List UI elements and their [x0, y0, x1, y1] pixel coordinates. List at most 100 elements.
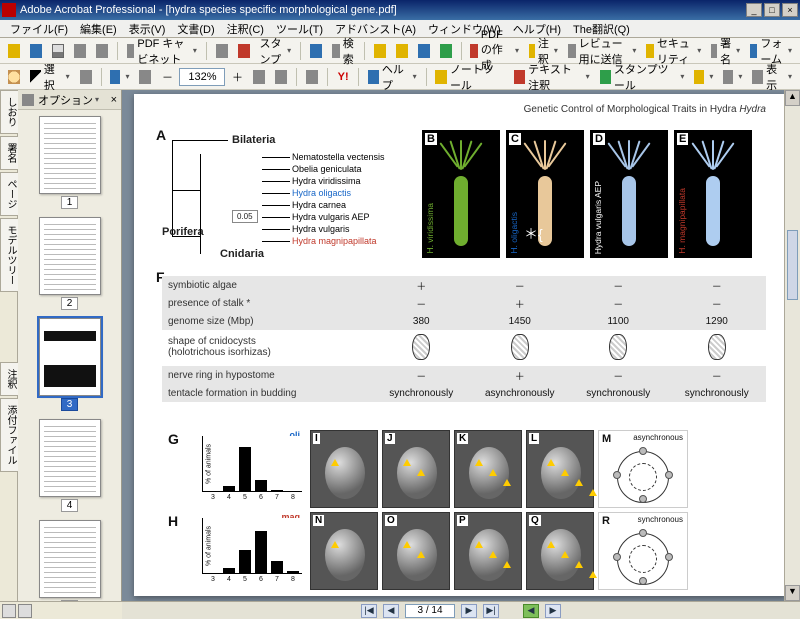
- binoculars-icon: [332, 44, 340, 58]
- traits-table: symbiotic algae＋－－－presence of stalk *－＋…: [162, 276, 766, 402]
- fitwidth-icon: [253, 70, 265, 84]
- email-button[interactable]: [92, 41, 112, 61]
- page-thumbnail-label: 3: [61, 398, 79, 411]
- attach-button[interactable]: [212, 41, 232, 61]
- nav-last-button[interactable]: ▶|: [483, 604, 499, 618]
- nav-prev-button[interactable]: ◀: [383, 604, 399, 618]
- cabinet-icon: [127, 44, 135, 58]
- pages-close-button[interactable]: ×: [111, 94, 117, 106]
- note-tool-button[interactable]: ノートツール: [431, 67, 508, 87]
- nav-first-button[interactable]: |◀: [361, 604, 377, 618]
- table-row: genome size (Mbp)380145011001290: [162, 312, 766, 330]
- hand-tool-button[interactable]: [4, 67, 24, 87]
- toolbar-2: 選択▾ ▾ － ＋ Y! ヘルプ▾ ノートツール テキスト注釈▾ スタンプツール…: [0, 64, 800, 90]
- window-close-button[interactable]: ×: [782, 3, 798, 17]
- sem-image: N: [310, 512, 378, 590]
- pdf-page[interactable]: Genetic Control of Morphological Traits …: [134, 94, 786, 596]
- page-thumbnail[interactable]: [39, 520, 101, 598]
- link-icon: [310, 44, 322, 58]
- translate-button-4[interactable]: [436, 41, 456, 61]
- create-pdf-dropdown[interactable]: PDFの作成▾: [466, 41, 523, 61]
- page-number-field[interactable]: [405, 604, 455, 618]
- phylogenetic-tree: Bilateria Porifera Cnidaria 0.05 Nematos…: [162, 130, 408, 260]
- page-thumbnail[interactable]: [39, 318, 101, 396]
- organize-button[interactable]: [70, 41, 90, 61]
- security-dropdown[interactable]: セキュリティ▾: [642, 41, 705, 61]
- menu-file[interactable]: ファイル(F): [4, 20, 74, 38]
- cursor-icon: [30, 70, 41, 84]
- zoom-minus-button[interactable]: －: [157, 67, 177, 87]
- pdf-cabinet-button[interactable]: PDF キャビネット▾: [123, 41, 201, 61]
- nav-back-button[interactable]: ◀: [523, 604, 539, 618]
- status-bar: [0, 601, 122, 619]
- status-btn-2[interactable]: [18, 604, 32, 618]
- page-thumbnail[interactable]: [39, 217, 101, 295]
- status-btn-1[interactable]: [2, 604, 16, 618]
- window-maximize-button[interactable]: □: [764, 3, 780, 17]
- nav-next-button[interactable]: ▶: [461, 604, 477, 618]
- left-tab-strip: しおり 署名 ページ モデルツリー 注釈 添付ファイル: [0, 90, 18, 601]
- page-thumbnail-label: 2: [61, 297, 79, 310]
- zoom-plus-button[interactable]: ＋: [227, 67, 247, 87]
- stamp-tool-dropdown[interactable]: スタンプツール▾: [596, 67, 689, 87]
- highlight-button[interactable]: ▾: [690, 67, 717, 87]
- form-dropdown[interactable]: フォーム▾: [746, 41, 796, 61]
- drawing-button[interactable]: ▾: [719, 67, 746, 87]
- scroll-down-button[interactable]: ▼: [785, 585, 800, 601]
- rotate-button[interactable]: [302, 67, 322, 87]
- pages-options-label[interactable]: オプション: [38, 92, 93, 108]
- sem-image: Q: [526, 512, 594, 590]
- yahoo-button[interactable]: Y!: [333, 67, 353, 87]
- search-button[interactable]: 検索: [328, 41, 359, 61]
- open-button[interactable]: [4, 41, 24, 61]
- translate-button-1[interactable]: [370, 41, 390, 61]
- species-label: Hydra carnea: [292, 200, 346, 210]
- zoom-in-button[interactable]: ▾: [106, 67, 133, 87]
- select-tool-button[interactable]: 選択▾: [26, 67, 74, 87]
- rotate-icon: [306, 70, 318, 84]
- translate-button-3[interactable]: [414, 41, 434, 61]
- snapshot-button[interactable]: [76, 67, 96, 87]
- print-button[interactable]: [48, 41, 68, 61]
- link-button[interactable]: [306, 41, 326, 61]
- scroll-thumb[interactable]: [787, 230, 798, 300]
- help-dropdown[interactable]: ヘルプ▾: [364, 67, 421, 87]
- lock-icon: [646, 44, 654, 58]
- send-review-dropdown[interactable]: レビュー用に送信▾: [564, 41, 640, 61]
- species-label: Hydra vulgaris AEP: [292, 212, 370, 222]
- document-area: Genetic Control of Morphological Traits …: [122, 90, 800, 601]
- text-annotation-dropdown[interactable]: テキスト注釈▾: [510, 67, 594, 87]
- vertical-scrollbar[interactable]: ▲ ▼: [784, 90, 800, 601]
- running-head: Genetic Control of Morphological Traits …: [154, 104, 766, 115]
- comment-dropdown[interactable]: 注釈▾: [525, 41, 562, 61]
- species-label: Hydra vulgaris: [292, 224, 350, 234]
- translate-button-2[interactable]: [392, 41, 412, 61]
- fit-width-button[interactable]: [249, 67, 269, 87]
- hydra-photo: CH. oligactis＊{: [506, 130, 584, 258]
- disk-icon: [30, 44, 42, 58]
- sem-image: L: [526, 430, 594, 508]
- nav-forward-button[interactable]: ▶: [545, 604, 561, 618]
- page-thumbnail[interactable]: [39, 419, 101, 497]
- menu-help[interactable]: ヘルプ(H): [507, 20, 567, 38]
- translate-icon: [396, 44, 408, 58]
- window-title: Adobe Acrobat Professional - [hydra spec…: [20, 4, 746, 16]
- zoom-out-icon-button[interactable]: [135, 67, 155, 87]
- save-button[interactable]: [26, 41, 46, 61]
- window-minimize-button[interactable]: _: [746, 3, 762, 17]
- fit-page-button[interactable]: [271, 67, 291, 87]
- stamp-dropdown[interactable]: スタンプ▾: [256, 41, 296, 61]
- thumbnail-list[interactable]: 123456: [18, 110, 121, 601]
- sign-dropdown[interactable]: 署名▾: [707, 41, 744, 61]
- menu-edit[interactable]: 編集(E): [74, 20, 123, 38]
- schematic-diagram: Rsynchronous: [598, 512, 688, 590]
- camera-icon: [80, 70, 92, 84]
- scroll-up-button[interactable]: ▲: [785, 90, 800, 106]
- zoom-field[interactable]: [179, 68, 225, 86]
- scale-bar: 0.05: [232, 210, 258, 223]
- show-dropdown[interactable]: 表示▾: [748, 67, 796, 87]
- page-thumbnail[interactable]: [39, 116, 101, 194]
- page-thumbnail-label: 4: [61, 499, 79, 512]
- scan-button[interactable]: [234, 41, 254, 61]
- species-label: Hydra oligactis: [292, 188, 351, 198]
